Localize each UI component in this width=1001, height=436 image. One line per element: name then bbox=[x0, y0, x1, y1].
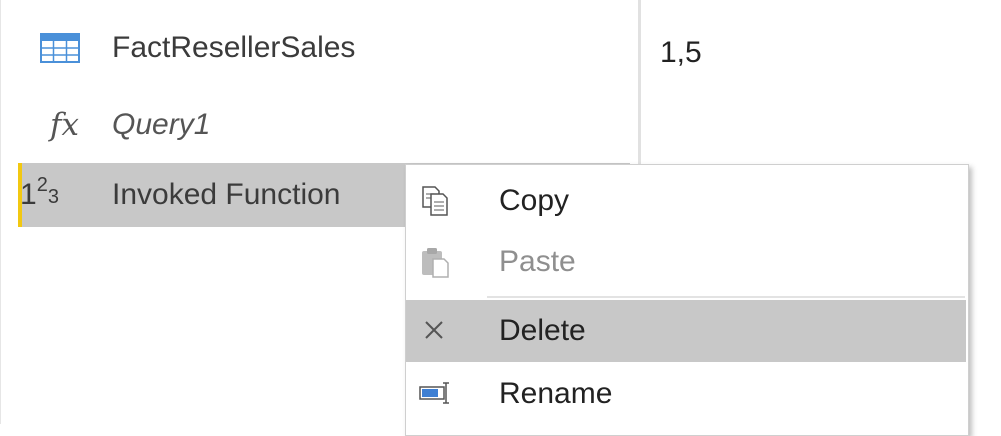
menu-item-label: Copy bbox=[499, 184, 570, 217]
menu-item-copy[interactable]: Copy bbox=[406, 170, 966, 232]
menu-separator bbox=[487, 296, 965, 298]
number-123-icon: 123 bbox=[20, 173, 59, 212]
preview-value: 1,5 bbox=[660, 36, 702, 69]
query-item-factresellersales[interactable]: FactResellerSales bbox=[18, 18, 630, 78]
query-label: Query1 bbox=[112, 108, 211, 141]
pane-border bbox=[0, 0, 1, 424]
query-label: Invoked Function bbox=[112, 178, 341, 211]
menu-item-label: Paste bbox=[499, 245, 576, 278]
close-x-icon bbox=[418, 314, 452, 348]
context-menu: Copy Paste Delete Rename bbox=[405, 164, 969, 436]
table-icon bbox=[40, 18, 80, 78]
query-label: FactResellerSales bbox=[112, 31, 356, 64]
menu-item-paste[interactable]: Paste bbox=[406, 231, 966, 293]
menu-item-label: Delete bbox=[499, 314, 586, 347]
function-fx-icon: fx bbox=[50, 107, 79, 143]
paste-icon bbox=[418, 245, 452, 279]
menu-item-delete[interactable]: Delete bbox=[406, 300, 966, 362]
copy-icon bbox=[418, 184, 452, 218]
menu-item-label: Rename bbox=[499, 377, 613, 410]
menu-item-rename[interactable]: Rename bbox=[406, 363, 966, 425]
rename-icon bbox=[418, 377, 452, 411]
query-item-query1[interactable]: fx Query1 bbox=[18, 95, 630, 155]
